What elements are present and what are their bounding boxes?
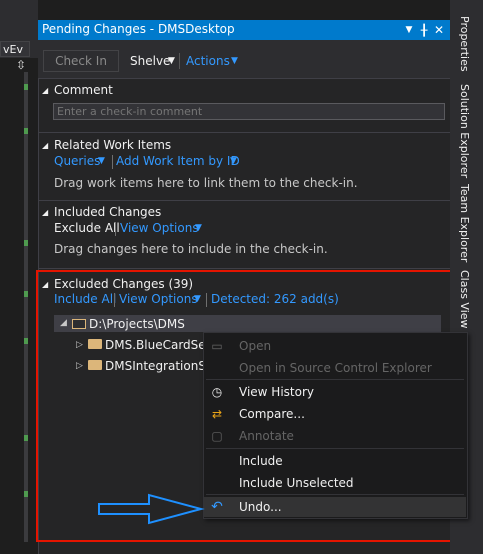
shelve-button[interactable]: Shelve bbox=[130, 54, 170, 68]
change-marker bbox=[24, 491, 28, 497]
actions-dropdown-arrow[interactable]: ▼ bbox=[231, 56, 238, 66]
pin-icon[interactable]: ╂ bbox=[417, 22, 431, 38]
comment-section-title[interactable]: Comment bbox=[54, 83, 113, 97]
collapse-triangle-icon[interactable]: ◢ bbox=[42, 208, 48, 217]
menu-item-open-in-source-control[interactable]: Open in Source Control Explorer bbox=[239, 361, 432, 375]
section-divider bbox=[38, 78, 450, 79]
menu-item-include[interactable]: Include bbox=[239, 454, 283, 468]
tab-properties[interactable]: Properties bbox=[458, 16, 471, 72]
menu-item-annotate[interactable]: Annotate bbox=[239, 429, 294, 443]
collapse-triangle-icon[interactable]: ◢ bbox=[42, 86, 48, 95]
check-in-button[interactable]: Check In bbox=[43, 50, 119, 72]
change-marker bbox=[24, 435, 28, 441]
check-in-comment-input[interactable] bbox=[53, 103, 445, 120]
queries-link[interactable]: Queries bbox=[54, 154, 100, 168]
add-work-item-by-id-link[interactable]: Add Work Item by ID bbox=[116, 154, 240, 168]
annotate-icon: ▢ bbox=[211, 429, 223, 443]
chevron-down-icon[interactable]: ▼ bbox=[195, 223, 202, 233]
menu-item-compare[interactable]: Compare... bbox=[239, 407, 305, 421]
link-divider bbox=[112, 155, 113, 169]
split-editor-icon[interactable]: ⇳ bbox=[14, 58, 28, 72]
link-divider bbox=[115, 222, 116, 236]
panel-title: Pending Changes - DMSDesktop bbox=[42, 22, 235, 36]
actions-menu[interactable]: Actions bbox=[186, 54, 230, 68]
open-file-icon: ▭ bbox=[211, 339, 223, 353]
change-marker bbox=[24, 240, 28, 246]
change-marker bbox=[24, 338, 28, 344]
section-divider bbox=[38, 200, 450, 201]
menu-item-undo[interactable]: Undo... bbox=[239, 500, 282, 514]
section-divider bbox=[38, 268, 450, 269]
editor-gutter bbox=[24, 72, 28, 542]
tab-solution-explorer[interactable]: Solution Explorer bbox=[458, 84, 471, 178]
exclude-all-link[interactable]: Exclude All bbox=[54, 221, 120, 235]
chevron-down-icon[interactable]: ▼ bbox=[230, 156, 237, 166]
chevron-down-icon[interactable]: ▼ bbox=[402, 22, 416, 38]
undo-icon: ↶ bbox=[211, 499, 223, 515]
history-icon: ◷ bbox=[211, 385, 223, 399]
editor-area bbox=[0, 58, 38, 554]
included-changes-title[interactable]: Included Changes bbox=[54, 205, 161, 219]
menu-item-open[interactable]: Open bbox=[239, 339, 271, 353]
change-marker bbox=[24, 84, 28, 90]
toolbar-divider bbox=[179, 53, 180, 69]
editor-member-dropdown[interactable]: vEv bbox=[0, 41, 30, 57]
change-marker bbox=[24, 128, 28, 134]
tab-team-explorer[interactable]: Team Explorer bbox=[458, 184, 471, 262]
related-work-items-title[interactable]: Related Work Items bbox=[54, 138, 171, 152]
change-marker bbox=[24, 291, 28, 297]
collapse-triangle-icon[interactable]: ◢ bbox=[42, 141, 48, 150]
menu-separator bbox=[206, 379, 464, 380]
chevron-down-icon[interactable]: ▼ bbox=[98, 156, 105, 166]
included-hint: Drag changes here to include in the chec… bbox=[54, 242, 328, 256]
annotation-arrow-icon bbox=[98, 493, 205, 525]
menu-separator bbox=[206, 448, 464, 449]
section-divider bbox=[38, 132, 450, 133]
menu-item-include-unselected[interactable]: Include Unselected bbox=[239, 476, 354, 490]
shelve-dropdown-arrow[interactable]: ▼ bbox=[168, 56, 175, 66]
compare-icon: ⇄ bbox=[211, 407, 223, 421]
related-hint: Drag work items here to link them to the… bbox=[54, 176, 358, 190]
menu-separator bbox=[206, 494, 464, 495]
tab-class-view[interactable]: Class View bbox=[458, 270, 471, 329]
close-icon[interactable]: ✕ bbox=[432, 22, 446, 38]
view-options-link[interactable]: View Options bbox=[120, 221, 199, 235]
menu-item-view-history[interactable]: View History bbox=[239, 385, 314, 399]
